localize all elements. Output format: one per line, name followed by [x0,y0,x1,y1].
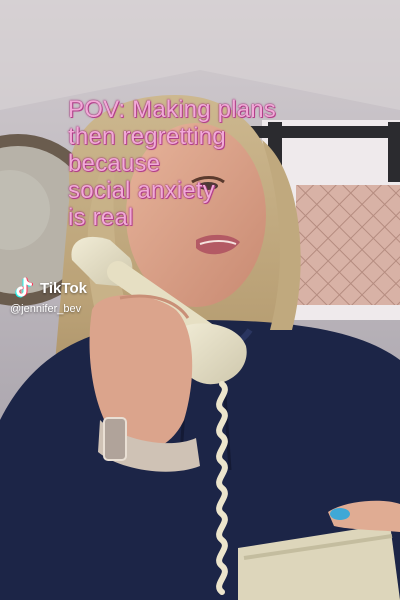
caption-line: then regretting [68,123,226,150]
tiktok-brand-text: TikTok [40,279,87,297]
caption-line: because [68,150,161,177]
creator-handle: @jennifer_bev [10,303,82,315]
caption-line: social anxiety [68,177,215,204]
tiktok-watermark: TikTok [14,277,87,299]
video-scene [0,0,400,600]
video-caption: POV: Making plans then regretting becaus… [68,96,358,231]
caption-line: is real [68,204,134,231]
tiktok-logo-icon [15,277,33,298]
video-frame: POV: Making plans then regretting becaus… [0,0,400,600]
caption-line: POV: Making plans [68,96,276,123]
